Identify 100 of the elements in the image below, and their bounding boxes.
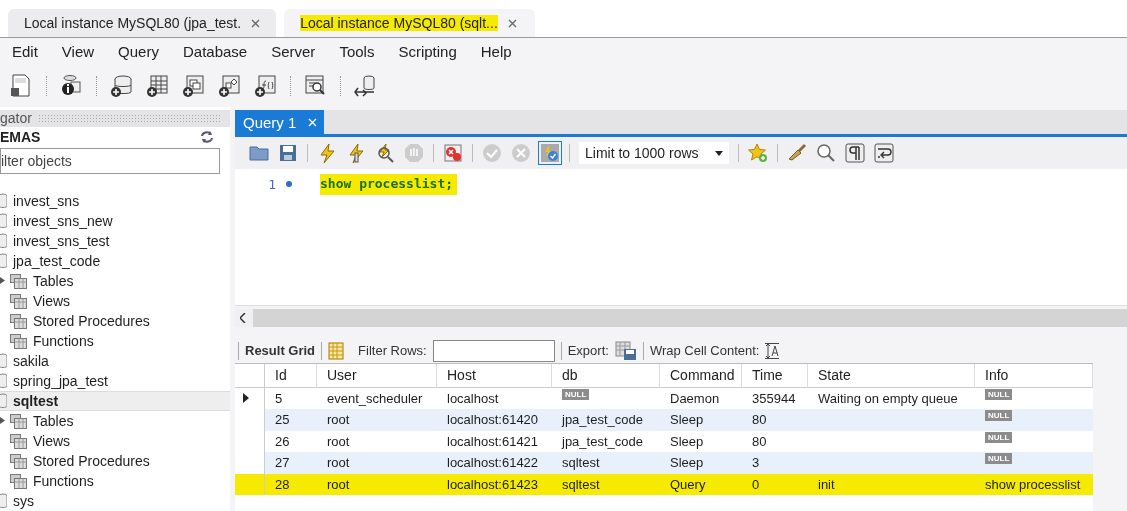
table-cell-text: 5 [274,389,284,408]
menu-item[interactable]: Edit [12,43,49,60]
folder-icon [10,333,27,349]
row-header-cell[interactable] [235,473,265,496]
error-toggle-icon[interactable] [443,143,463,163]
tree-item[interactable]: sys [13,493,34,509]
menu-item[interactable]: Scripting [398,43,468,60]
caret-icon [715,150,723,156]
column-header[interactable]: Id [265,363,317,388]
query-tab[interactable]: Query 1 [235,110,325,134]
result-grid-tab[interactable]: Result Grid [245,343,316,359]
tree-item[interactable]: jpa_test_code [13,253,101,269]
paragraph-icon[interactable] [845,143,865,163]
folder-icon[interactable] [249,143,269,163]
expand-arrow-icon[interactable] [0,277,5,284]
folder-icon [10,293,27,309]
database-migrate-icon[interactable] [354,74,378,98]
wrap-label: Wrap Cell Content: [649,343,760,359]
view-add-icon[interactable] [182,74,206,98]
tree-item[interactable]: Stored Procedures [33,453,150,469]
folder-icon [10,413,27,429]
null-badge: NULL [985,388,1013,400]
null-badge: NULL [985,453,1013,465]
menu-item[interactable]: Query [118,43,170,60]
table-add-icon[interactable] [146,74,170,98]
menu-item[interactable]: Help [480,43,523,60]
column-header[interactable]: User [317,363,437,388]
table-cell: Sleep [660,409,742,431]
grid-corner-cell [235,363,265,388]
tree-item[interactable]: Views [33,293,71,309]
database-icon [0,233,7,249]
column-header[interactable]: State [808,363,975,388]
export-label: Export: [567,343,609,359]
tree-item[interactable]: Functions [33,473,94,489]
table-cell: root [317,452,437,474]
brush-icon[interactable] [787,143,807,163]
refresh-icon[interactable] [200,131,214,144]
tree-item[interactable]: sakila [13,353,49,369]
column-header[interactable]: Time [742,363,808,388]
folder-icon [10,473,27,489]
table-cell-text: Waiting on empty queue [817,389,959,408]
tree-item[interactable]: Tables [33,413,74,429]
column-header[interactable]: Info [975,363,1093,388]
column-header[interactable]: Host [437,363,552,388]
tree-item[interactable]: invest_sns [13,193,80,209]
document-tab[interactable]: Local instance MySQL80 (jpa_test. [8,9,277,37]
tree-item[interactable]: Stored Procedures [33,313,150,329]
table-cell: show processlist [975,473,1093,496]
search-icon[interactable] [816,143,836,163]
tree-item[interactable]: Functions [33,333,94,349]
close-icon[interactable] [507,18,517,28]
filter-rows-field[interactable] [432,339,555,362]
database-icon [0,193,7,209]
table-cell: 3 [742,452,808,474]
scroll-left-icon[interactable] [240,312,246,323]
column-header[interactable]: db [552,363,660,388]
table-cell: sqltest [552,473,660,496]
check-icon[interactable] [482,143,502,163]
folder-icon [10,453,27,469]
tree-item[interactable]: spring_jpa_test [13,373,108,389]
database-icon [0,253,7,269]
table-cell-text: Sleep [669,432,705,451]
lightning-search-icon[interactable] [375,143,395,163]
tree-item[interactable]: sqltest [0,391,230,411]
table-cell-text: jpa_test_code [560,432,644,451]
menu-item[interactable]: Server [271,43,327,60]
tree-item[interactable]: invest_sns_new [13,213,113,229]
table-cell: localhost:61420 [437,409,552,431]
table-cell: Query [660,473,742,496]
menu-item[interactable]: Database [182,43,259,60]
lightning-icon[interactable] [317,143,337,163]
close-icon[interactable] [251,18,261,28]
wrap-cell-icon[interactable] [765,342,780,359]
tree-item[interactable]: Tables [33,273,74,289]
filter-label: Filter Rows: [358,343,427,359]
expand-arrow-icon[interactable] [0,417,5,424]
table-cell: 0 [742,473,808,496]
column-header[interactable]: Command [660,363,742,388]
null-badge: NULL [985,431,1013,443]
info-icon[interactable] [60,74,84,98]
table-cell: root [317,409,437,431]
tree-item[interactable]: Views [33,433,71,449]
database-add-icon[interactable] [110,74,134,98]
filter-field[interactable]: ilter objects [0,148,220,174]
menu-item[interactable]: View [61,43,106,60]
export-icon[interactable] [614,340,637,361]
function-add-icon[interactable] [254,74,278,98]
limit-dropdown[interactable]: Limit to 1000 rows [579,142,729,164]
save-icon[interactable] [278,143,298,163]
star-add-icon[interactable] [748,143,768,163]
document-tab[interactable]: Local instance MySQL80 (sqlt... [284,9,535,37]
lightning-cursor-icon[interactable] [346,143,366,163]
table-cell: localhost:61422 [437,452,552,474]
section-title: EMAS [0,129,41,146]
table-cell: Sleep [660,452,742,474]
menu-item[interactable]: Tools [339,43,386,60]
procedure-add-icon[interactable] [218,74,242,98]
autocommit-icon[interactable] [540,143,560,163]
wrap-icon[interactable] [874,143,894,163]
tree-item[interactable]: invest_sns_test [13,233,110,249]
